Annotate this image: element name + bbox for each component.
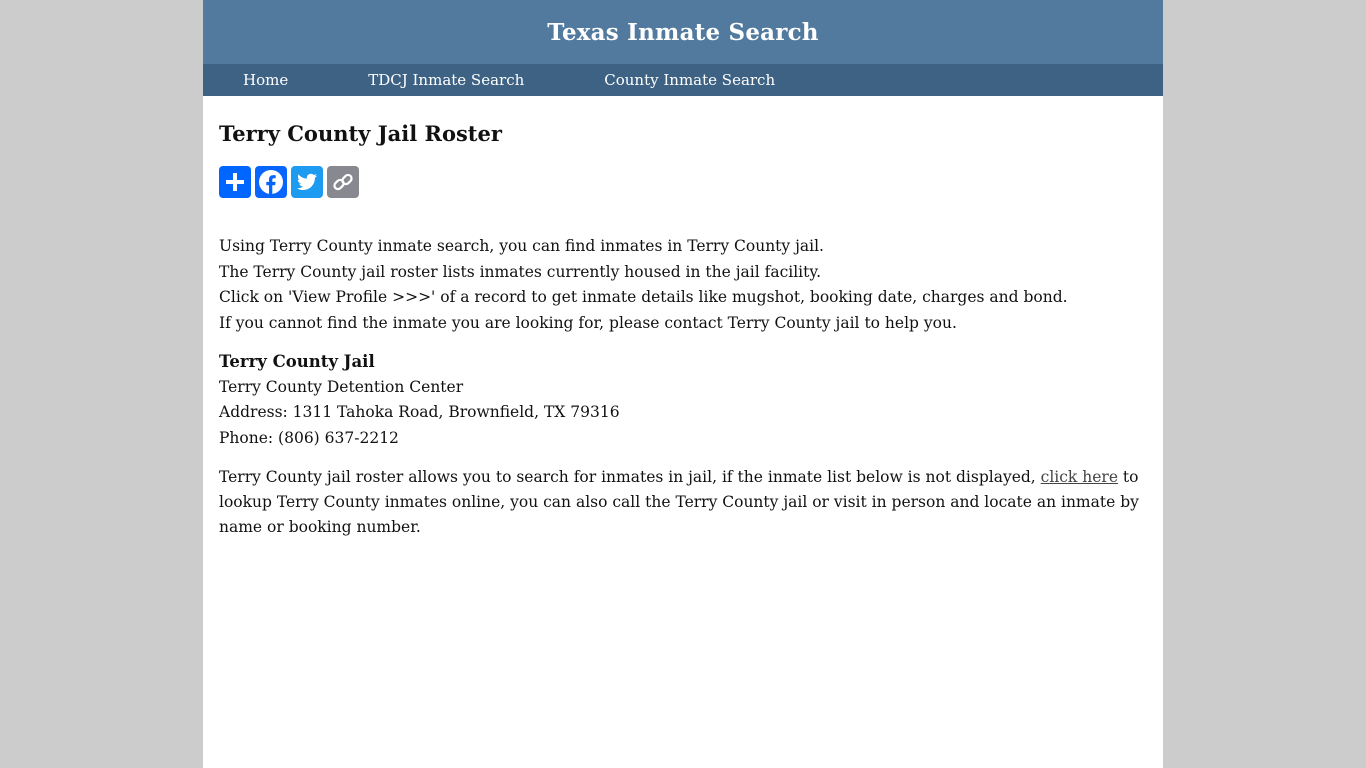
nav-item-tdcj-inmate-search[interactable]: TDCJ Inmate Search — [368, 71, 524, 89]
jail-facility: Terry County Detention Center — [219, 377, 464, 396]
nav-item-home[interactable]: Home — [243, 71, 288, 89]
intro-line: If you cannot find the inmate you are lo… — [219, 314, 957, 333]
roster-note: Terry County jail roster allows you to s… — [219, 465, 1147, 541]
link-icon — [333, 173, 353, 191]
site-title[interactable]: Texas Inmate Search — [547, 19, 818, 46]
roster-note-text: Terry County jail roster allows you to s… — [219, 467, 1041, 486]
plus-icon — [226, 173, 244, 191]
facebook-icon — [259, 170, 283, 194]
intro-line: The Terry County jail roster lists inmat… — [219, 262, 821, 281]
jail-name: Terry County Jail — [219, 351, 375, 371]
copy-link-button[interactable] — [327, 166, 359, 198]
intro-text: Using Terry County inmate search, you ca… — [219, 234, 1147, 337]
main-content: Terry County Jail Roster Using Terry Cou… — [203, 96, 1163, 540]
twitter-icon — [296, 173, 317, 190]
jail-info: Terry County Jail Terry County Detention… — [219, 349, 1147, 452]
facebook-share-button[interactable] — [255, 166, 287, 198]
jail-phone: Phone: (806) 637-2212 — [219, 428, 399, 447]
page-container: Texas Inmate Search Home TDCJ Inmate Sea… — [203, 0, 1163, 768]
page-title: Terry County Jail Roster — [219, 121, 502, 146]
main-nav: Home TDCJ Inmate Search County Inmate Se… — [203, 64, 1163, 96]
share-button[interactable] — [219, 166, 251, 198]
click-here-link[interactable]: click here — [1041, 468, 1118, 486]
nav-item-county-inmate-search[interactable]: County Inmate Search — [604, 71, 775, 89]
intro-line: Using Terry County inmate search, you ca… — [219, 237, 824, 255]
twitter-share-button[interactable] — [291, 166, 323, 198]
jail-address: Address: 1311 Tahoka Road, Brownfield, T… — [219, 403, 620, 422]
site-header: Texas Inmate Search — [203, 0, 1163, 64]
share-bar — [219, 166, 1147, 198]
intro-line: Click on 'View Profile >>>' of a record … — [219, 288, 1068, 307]
